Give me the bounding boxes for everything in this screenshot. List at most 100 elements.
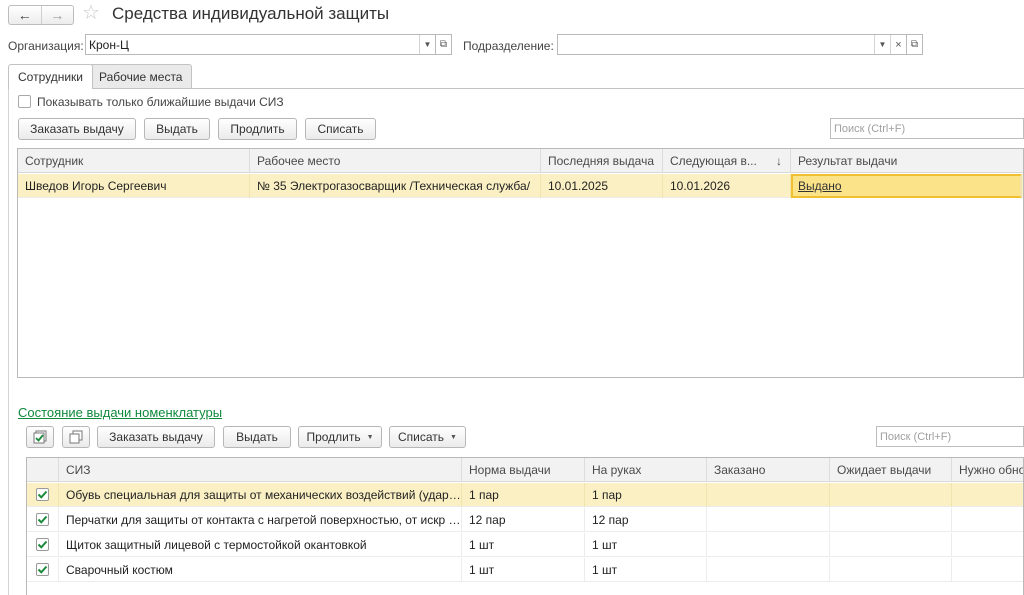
organization-value: Крон-Ц [89,37,129,52]
column-result[interactable]: Результат выдачи [791,149,1023,173]
issue-button[interactable]: Выдать [144,118,210,140]
page-title: Средства индивидуальной защиты [112,4,390,23]
column-waiting[interactable]: Ожидает выдачи [830,458,952,482]
cell-next-issue: 10.01.2026 [663,174,791,198]
open-window-icon: ⧉ [439,39,448,50]
cell-ordered [707,508,830,532]
row-checkbox[interactable] [36,563,49,576]
chevron-down-icon: ▼ [450,433,457,441]
row-checkbox[interactable] [36,488,49,501]
show-nearest-checkbox[interactable] [18,95,31,108]
cell-check[interactable] [27,533,59,557]
row-checkbox[interactable] [36,513,49,526]
cell-check[interactable] [27,558,59,582]
uncheck-all-button[interactable] [62,426,90,448]
write-off-label: Списать [398,430,445,444]
tab-employees[interactable]: Сотрудники [8,64,93,89]
column-on-hand[interactable]: На руках [585,458,707,482]
check-all-button[interactable] [26,426,54,448]
dropdown-icon[interactable]: ▼ [874,35,890,54]
employees-search-input[interactable]: Поиск (Ctrl+F) [830,118,1024,139]
cell-norm: 1 шт [462,533,585,557]
column-ordered[interactable]: Заказано [707,458,830,482]
arrow-right-icon: → [50,7,65,23]
cell-employee: Шведов Игорь Сергеевич [18,174,250,198]
subdivision-field[interactable]: ▼ × [557,34,907,55]
cell-ordered [707,483,830,507]
order-issue-button[interactable]: Заказать выдачу [97,426,215,448]
check-all-icon [33,430,47,444]
nomenclature-table: СИЗ Норма выдачи На руках Заказано Ожида… [26,457,1024,595]
nomenclature-search-input[interactable]: Поиск (Ctrl+F) [876,426,1024,447]
row-checkbox[interactable] [36,538,49,551]
table-row[interactable]: Щиток защитный лицевой с термостойкой ок… [27,533,1023,557]
forward-button[interactable]: → [40,6,74,24]
cell-result[interactable]: Выдано [791,174,1022,198]
table-header: СИЗ Норма выдачи На руках Заказано Ожида… [27,458,1023,482]
cell-check[interactable] [27,508,59,532]
open-window-icon: ⧉ [910,39,919,50]
cell-on-hand: 1 шт [585,533,707,557]
subdivision-label: Подразделение: [463,39,554,53]
cell-norm: 1 пар [462,483,585,507]
cell-siz: Сварочный костюм [59,558,462,582]
extend-button[interactable]: Продлить [218,118,297,140]
chevron-down-icon: ▼ [366,433,374,441]
cell-needs-update [952,508,1023,532]
dropdown-icon[interactable]: ▼ [419,35,435,54]
cell-needs-update [952,533,1023,557]
back-button[interactable]: ← [9,6,41,24]
cell-on-hand: 1 шт [585,558,707,582]
cell-siz: Перчатки для защиты от контакта с нагрет… [59,508,462,532]
table-row[interactable]: Обувь специальная для защиты от механиче… [27,483,1023,507]
column-workplace[interactable]: Рабочее место [250,149,541,173]
column-employee[interactable]: Сотрудник [18,149,250,173]
organization-label: Организация: [8,39,84,53]
open-subdivision-button[interactable]: ⧉ [907,34,923,55]
cell-waiting [830,558,952,582]
organization-field[interactable]: Крон-Ц ▼ [85,34,436,55]
column-next-issue-label: Следующая в... [670,154,757,168]
cell-norm: 1 шт [462,558,585,582]
cell-siz: Обувь специальная для защиты от механиче… [59,483,462,507]
column-check [27,458,59,482]
checkmark-icon [37,515,48,524]
uncheck-all-icon [69,430,83,444]
table-row[interactable]: Шведов Игорь Сергеевич № 35 Электрогазос… [18,174,1023,198]
cell-ordered [707,558,830,582]
column-siz[interactable]: СИЗ [59,458,462,482]
table-header: Сотрудник Рабочее место Последняя выдача… [18,149,1023,173]
section-title[interactable]: Состояние выдачи номенклатуры [18,405,222,420]
write-off-dropdown-button[interactable]: Списать ▼ [389,426,466,448]
table-row[interactable]: Сварочный костюм 1 шт 1 шт [27,558,1023,582]
table-row[interactable]: Перчатки для защиты от контакта с нагрет… [27,508,1023,532]
cell-waiting [830,508,952,532]
column-needs-update[interactable]: Нужно обновить [952,458,1023,482]
panel-border [8,88,9,595]
open-organization-button[interactable]: ⧉ [436,34,452,55]
extend-dropdown-button[interactable]: Продлить ▼ [298,426,382,448]
result-link[interactable]: Выдано [798,179,842,193]
column-norm[interactable]: Норма выдачи [462,458,585,482]
show-nearest-label: Показывать только ближайшие выдачи СИЗ [37,95,284,109]
cell-siz: Щиток защитный лицевой с термостойкой ок… [59,533,462,557]
star-icon[interactable]: ☆ [82,3,100,23]
sort-descending-icon: ↓ [776,154,782,168]
checkmark-icon [37,565,48,574]
cell-on-hand: 1 пар [585,483,707,507]
cell-check[interactable] [27,483,59,507]
order-issue-button[interactable]: Заказать выдачу [18,118,136,140]
issue-button[interactable]: Выдать [223,426,291,448]
cell-on-hand: 12 пар [585,508,707,532]
column-last-issue[interactable]: Последняя выдача [541,149,663,173]
cell-waiting [830,533,952,557]
clear-icon[interactable]: × [890,35,906,54]
checkmark-icon [37,540,48,549]
write-off-button[interactable]: Списать [305,118,376,140]
arrow-left-icon: ← [17,7,32,23]
cell-workplace: № 35 Электрогазосварщик /Техническая слу… [250,174,541,198]
tab-divider [8,88,1024,89]
employees-table: Сотрудник Рабочее место Последняя выдача… [17,148,1024,378]
column-next-issue[interactable]: Следующая в... ↓ [663,149,791,173]
tab-workplaces[interactable]: Рабочие места [89,64,193,88]
